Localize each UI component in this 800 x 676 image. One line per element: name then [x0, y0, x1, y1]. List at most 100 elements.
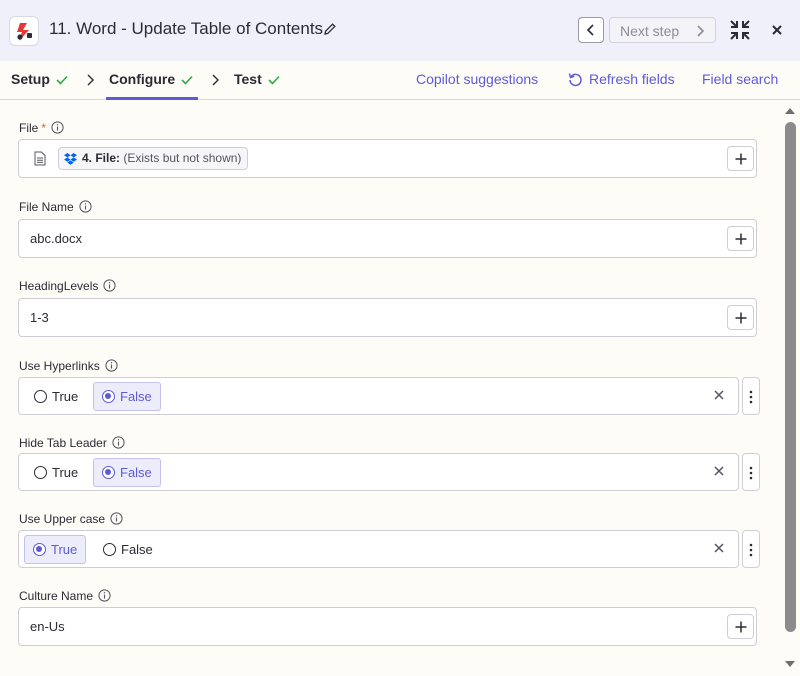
previous-step-button[interactable] — [578, 17, 604, 43]
tab-test-label: Test — [234, 71, 262, 87]
culture-name-value: en-Us — [30, 619, 65, 634]
scrollbar-thumb[interactable] — [785, 122, 796, 632]
kebab-menu-icon — [749, 390, 753, 404]
chevron-right-icon — [87, 74, 94, 86]
use-upper-case-label-text: Use Upper case — [19, 512, 106, 526]
info-icon[interactable] — [110, 512, 123, 525]
use-hyperlinks-option-true[interactable]: True — [26, 382, 86, 411]
radio-selected-icon — [33, 543, 46, 556]
file-mapped-chip[interactable]: 4. File: (Exists but not shown) — [58, 147, 249, 170]
info-icon[interactable] — [79, 200, 92, 213]
tab-test[interactable]: Test — [234, 71, 280, 87]
option-label: False — [121, 542, 153, 557]
collapse-icon[interactable] — [729, 19, 751, 41]
option-label: True — [52, 389, 79, 404]
info-icon[interactable] — [112, 436, 125, 449]
clear-icon[interactable] — [714, 543, 724, 553]
add-mapping-button[interactable] — [727, 614, 754, 639]
info-icon[interactable] — [103, 279, 116, 292]
use-hyperlinks-option-false[interactable]: False — [93, 382, 161, 411]
kebab-menu-icon — [749, 466, 753, 480]
clear-icon[interactable] — [714, 466, 724, 476]
add-mapping-button[interactable] — [727, 305, 754, 330]
heading-levels-label-text: HeadingLevels — [19, 279, 99, 293]
radio-icon — [103, 543, 116, 556]
scroll-down-arrow-icon[interactable] — [784, 660, 796, 669]
hide-tab-leader-option-false[interactable]: False — [93, 458, 161, 487]
next-step-button[interactable]: Next step — [609, 17, 716, 43]
heading-levels-label: HeadingLevels — [19, 279, 116, 293]
culture-name-label: Culture Name — [19, 589, 111, 603]
option-label: False — [120, 389, 152, 404]
app-logo — [9, 16, 39, 46]
radio-icon — [34, 390, 47, 403]
hide-tab-leader-radio-group: True False — [18, 453, 739, 491]
use-hyperlinks-label-text: Use Hyperlinks — [19, 359, 100, 373]
check-icon — [181, 76, 193, 85]
dropbox-icon — [64, 153, 77, 165]
more-options-button[interactable] — [742, 377, 760, 415]
tab-setup[interactable]: Setup — [11, 71, 68, 87]
file-field[interactable]: 4. File: (Exists but not shown) — [18, 139, 757, 178]
check-icon — [268, 76, 280, 85]
option-label: True — [52, 465, 79, 480]
hide-tab-leader-option-true[interactable]: True — [26, 458, 86, 487]
pencil-icon[interactable] — [323, 22, 337, 36]
more-options-button[interactable] — [742, 530, 760, 568]
copilot-suggestions-link[interactable]: Copilot suggestions — [416, 71, 538, 87]
heading-levels-value: 1-3 — [30, 310, 49, 325]
file-name-input[interactable]: abc.docx — [18, 219, 757, 258]
scroll-up-arrow-icon[interactable] — [784, 106, 796, 115]
info-icon[interactable] — [98, 589, 111, 602]
chevron-left-icon — [586, 24, 594, 36]
heading-levels-input[interactable]: 1-3 — [18, 298, 757, 337]
step-header: 11. Word - Update Table of Contents Next… — [0, 0, 800, 61]
kebab-menu-icon — [749, 543, 753, 557]
tab-configure[interactable]: Configure — [109, 71, 193, 87]
culture-name-label-text: Culture Name — [19, 589, 94, 603]
next-step-label: Next step — [620, 23, 680, 39]
file-name-label: File Name — [19, 200, 92, 214]
radio-icon — [34, 466, 47, 479]
use-hyperlinks-label: Use Hyperlinks — [19, 359, 118, 373]
file-name-value: abc.docx — [30, 231, 83, 246]
close-icon[interactable] — [771, 24, 783, 36]
chevron-right-icon — [212, 74, 219, 86]
check-icon — [56, 76, 68, 85]
more-options-button[interactable] — [742, 453, 760, 491]
use-upper-case-option-true[interactable]: True — [24, 535, 87, 564]
clear-icon[interactable] — [714, 390, 724, 400]
required-marker: * — [41, 121, 47, 135]
use-upper-case-option-false[interactable]: False — [95, 535, 161, 564]
active-tab-indicator — [106, 97, 198, 100]
chevron-right-icon — [697, 25, 705, 37]
info-icon[interactable] — [51, 121, 64, 134]
add-mapping-button[interactable] — [727, 146, 754, 171]
refresh-fields-link[interactable]: Refresh fields — [589, 71, 675, 87]
plus-icon — [735, 621, 747, 633]
step-title[interactable]: 11. Word - Update Table of Contents — [49, 19, 323, 39]
plus-icon — [735, 312, 747, 324]
file-label: File * — [19, 121, 64, 135]
hide-tab-leader-label-text: Hide Tab Leader — [19, 436, 107, 450]
tab-configure-label: Configure — [109, 71, 176, 87]
info-icon[interactable] — [105, 359, 118, 372]
culture-name-input[interactable]: en-Us — [18, 607, 757, 646]
step-tabs: Setup Configure Test Copilot suggestions… — [0, 61, 800, 100]
file-name-label-text: File Name — [19, 200, 74, 214]
option-label: True — [51, 542, 78, 557]
radio-selected-icon — [102, 390, 115, 403]
file-icon — [34, 151, 46, 166]
tab-setup-label: Setup — [11, 71, 50, 87]
add-mapping-button[interactable] — [727, 226, 754, 251]
use-hyperlinks-radio-group: True False — [18, 377, 739, 415]
chip-step: 4. File: — [82, 151, 121, 165]
app-logo-icon — [17, 23, 32, 41]
refresh-icon[interactable] — [568, 72, 583, 87]
radio-selected-icon — [102, 466, 115, 479]
file-label-text: File — [19, 121, 39, 135]
field-search-link[interactable]: Field search — [702, 71, 778, 87]
use-upper-case-radio-group: True False — [18, 530, 739, 568]
plus-icon — [735, 153, 747, 165]
use-upper-case-label: Use Upper case — [19, 512, 123, 526]
